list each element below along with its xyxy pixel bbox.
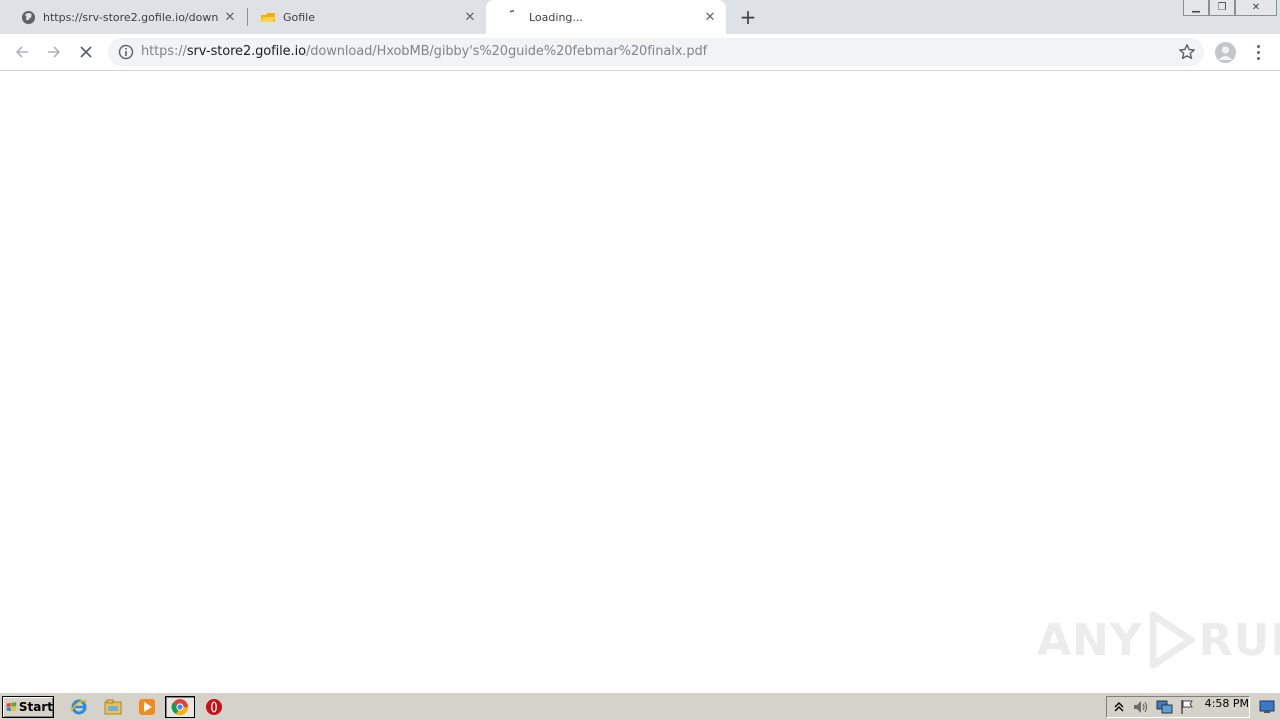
info-icon[interactable] (118, 44, 134, 60)
gofile-icon (260, 9, 276, 25)
tab-title: Loading... (529, 10, 583, 24)
clock[interactable]: 4:58 PM (1205, 697, 1249, 710)
back-button[interactable] (10, 40, 34, 64)
network-icon[interactable] (1155, 699, 1173, 715)
anyrun-watermark: ANY RUN (1037, 608, 1280, 672)
url-host: srv-store2.gofile.io (186, 44, 306, 59)
tab-gofile[interactable]: Gofile ✕ (240, 0, 486, 34)
url-text[interactable]: https://srv-store2.gofile.io/download/Hx… (141, 44, 707, 59)
start-button[interactable]: Start (2, 696, 54, 718)
media-player-icon[interactable] (136, 697, 158, 717)
forward-button[interactable] (42, 40, 66, 64)
url-scheme: https:// (141, 44, 187, 59)
url-path: /download/HxobMB/gibby's%20guide%20febma… (305, 44, 708, 59)
watermark-left: ANY (1037, 614, 1143, 666)
play-logo-icon (1149, 611, 1195, 669)
minimize-button[interactable]: ▁ (1183, 0, 1209, 16)
start-label: Start (18, 700, 53, 714)
speaker-icon[interactable] (1132, 699, 1150, 715)
arrow-right-icon (48, 46, 61, 58)
close-window-button[interactable]: ✕ (1235, 0, 1277, 16)
tab-download[interactable]: https://srv-store2.gofile.io/downloa ✕ (0, 0, 246, 34)
arrow-left-icon (15, 46, 28, 58)
taskbar: Start 4:58 PM (0, 692, 1280, 720)
close-icon[interactable]: ✕ (222, 9, 238, 25)
tab-strip: https://srv-store2.gofile.io/downloa ✕ G… (0, 0, 1280, 34)
windows-logo-icon (6, 702, 17, 712)
tab-loading[interactable]: Loading... ✕ (486, 0, 726, 34)
window-controls: ▁ ❐ ✕ (1183, 0, 1277, 18)
chrome-icon[interactable] (165, 696, 195, 718)
globe-icon (20, 9, 36, 25)
tray-expand-icon[interactable] (1112, 700, 1126, 714)
new-tab-button[interactable]: + (737, 6, 759, 28)
stop-icon (80, 46, 92, 58)
stop-button[interactable] (74, 40, 98, 64)
close-icon[interactable]: ✕ (462, 9, 478, 25)
profile-avatar-icon[interactable] (1215, 42, 1236, 63)
explorer-icon[interactable] (102, 697, 124, 717)
tab-title: Gofile (283, 10, 316, 24)
watermark-right: RUN (1198, 614, 1280, 666)
ie-icon[interactable] (68, 697, 90, 717)
loading-icon (506, 9, 522, 25)
menu-kebab-icon[interactable] (1250, 42, 1266, 62)
address-bar[interactable]: https://srv-store2.gofile.io/download/Hx… (108, 38, 1204, 66)
show-desktop-icon[interactable] (1256, 696, 1278, 718)
page-content (0, 72, 1280, 692)
action-center-flag-icon[interactable] (1179, 699, 1195, 715)
browser-toolbar: https://srv-store2.gofile.io/download/Hx… (0, 34, 1280, 71)
tab-title: https://srv-store2.gofile.io/downloa (43, 10, 219, 24)
restore-button[interactable]: ❐ (1209, 0, 1235, 16)
star-icon[interactable] (1178, 43, 1196, 61)
close-icon[interactable]: ✕ (702, 9, 718, 25)
opera-icon[interactable] (203, 697, 225, 717)
